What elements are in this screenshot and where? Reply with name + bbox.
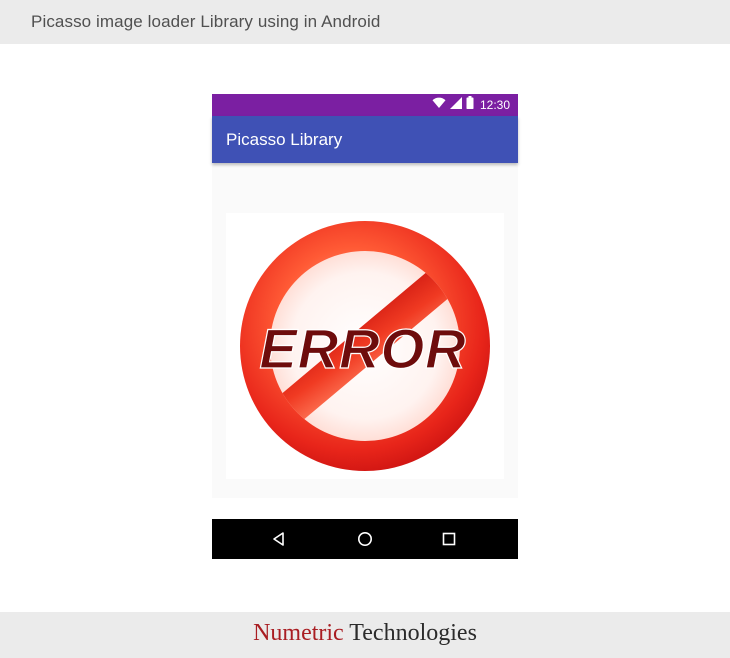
error-prohibition-icon: ERROR [240, 221, 490, 471]
brand-logo: Numetric Technologies [0, 620, 730, 647]
status-icons: 12:30 [432, 96, 510, 114]
wifi-icon [432, 96, 446, 114]
bottom-banner: Numetric Technologies [0, 612, 730, 658]
banner-title: Picasso image loader Library using in An… [31, 12, 381, 31]
error-text: ERROR [259, 317, 466, 380]
home-icon[interactable] [355, 529, 375, 549]
phone-screen: 12:30 Picasso Library ERROR [212, 94, 518, 560]
signal-icon [449, 96, 462, 114]
top-banner: Picasso image loader Library using in An… [0, 0, 730, 44]
app-bar-title: Picasso Library [226, 130, 343, 149]
recents-icon[interactable] [439, 529, 459, 549]
brand-second-word: Technologies [349, 620, 477, 646]
battery-icon [466, 96, 474, 114]
page: Picasso image loader Library using in An… [0, 0, 730, 658]
loaded-image: ERROR [226, 213, 504, 479]
navigation-bar [212, 519, 518, 559]
content-area: ERROR [212, 163, 518, 498]
back-icon[interactable] [269, 529, 289, 549]
status-bar: 12:30 [212, 94, 518, 116]
app-bar: Picasso Library [212, 116, 518, 163]
status-time: 12:30 [479, 98, 510, 112]
brand-first-word: Numetric [253, 620, 344, 646]
